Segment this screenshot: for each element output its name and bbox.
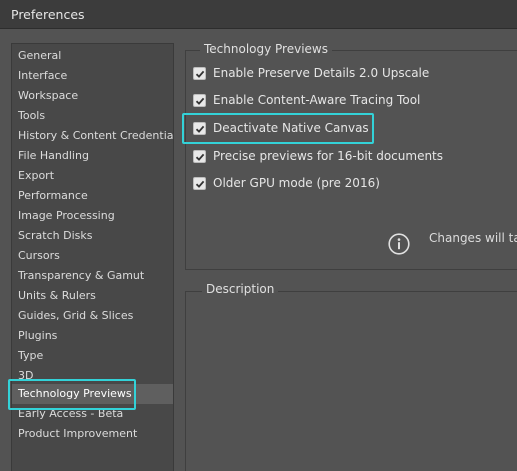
option-deactivate-native-canvas[interactable]: Deactivate Native Canvas xyxy=(193,119,369,137)
checkbox-checked-icon[interactable] xyxy=(193,93,206,107)
sidebar-item-cursors[interactable]: Cursors xyxy=(12,246,173,266)
window-title: Preferences xyxy=(11,7,85,22)
option-label: Enable Preserve Details 2.0 Upscale xyxy=(213,66,430,80)
option-older-gpu-mode[interactable]: Older GPU mode (pre 2016) xyxy=(193,174,380,192)
sidebar-item-tools[interactable]: Tools xyxy=(12,106,173,126)
info-icon xyxy=(388,233,410,255)
sidebar-item-early-access[interactable]: Early Access - Beta xyxy=(12,404,173,424)
checkbox-checked-icon[interactable] xyxy=(193,149,206,163)
sidebar-item-interface[interactable]: Interface xyxy=(12,66,173,86)
sidebar-item-product-improvement[interactable]: Product Improvement xyxy=(12,424,173,444)
sidebar-item-scratch-disks[interactable]: Scratch Disks xyxy=(12,226,173,246)
sidebar-item-units[interactable]: Units & Rulers xyxy=(12,286,173,306)
sidebar-item-export[interactable]: Export xyxy=(12,166,173,186)
sidebar-item-guides[interactable]: Guides, Grid & Slices xyxy=(12,306,173,326)
sidebar-item-general[interactable]: General xyxy=(12,46,173,66)
sidebar-item-type[interactable]: Type xyxy=(12,346,173,366)
sidebar-item-technology-previews[interactable]: Technology Previews xyxy=(12,384,173,404)
sidebar-item-history[interactable]: History & Content Credentials xyxy=(12,126,173,146)
option-content-aware-tracing[interactable]: Enable Content-Aware Tracing Tool xyxy=(193,91,420,109)
description-group xyxy=(185,291,517,471)
option-preserve-details[interactable]: Enable Preserve Details 2.0 Upscale xyxy=(193,64,429,82)
sidebar-item-3d[interactable]: 3D xyxy=(12,366,173,386)
option-label: Deactivate Native Canvas xyxy=(213,121,369,135)
sidebar-item-performance[interactable]: Performance xyxy=(12,186,173,206)
sidebar-item-plugins[interactable]: Plugins xyxy=(12,326,173,346)
checkbox-checked-icon[interactable] xyxy=(193,176,206,190)
sidebar-item-image-processing[interactable]: Image Processing xyxy=(12,206,173,226)
restart-notice: Changes will take effect the next time y… xyxy=(429,231,517,245)
sidebar-item-file-handling[interactable]: File Handling xyxy=(12,146,173,166)
option-label: Enable Content-Aware Tracing Tool xyxy=(213,93,421,107)
preferences-sidebar: General Interface Workspace Tools Histor… xyxy=(11,43,174,471)
preferences-window: Preferences General Interface Workspace … xyxy=(0,0,517,471)
sidebar-item-workspace[interactable]: Workspace xyxy=(12,86,173,106)
sidebar-item-transparency[interactable]: Transparency & Gamut xyxy=(12,266,173,286)
checkbox-checked-icon[interactable] xyxy=(193,66,206,80)
description-title: Description xyxy=(202,282,279,296)
option-label: Older GPU mode (pre 2016) xyxy=(213,176,380,190)
checkbox-checked-icon[interactable] xyxy=(193,121,206,135)
option-precise-previews[interactable]: Precise previews for 16-bit documents xyxy=(193,147,443,165)
technology-previews-title: Technology Previews xyxy=(200,42,332,56)
option-label: Precise previews for 16-bit documents xyxy=(213,149,444,163)
title-bar: Preferences xyxy=(0,0,517,29)
